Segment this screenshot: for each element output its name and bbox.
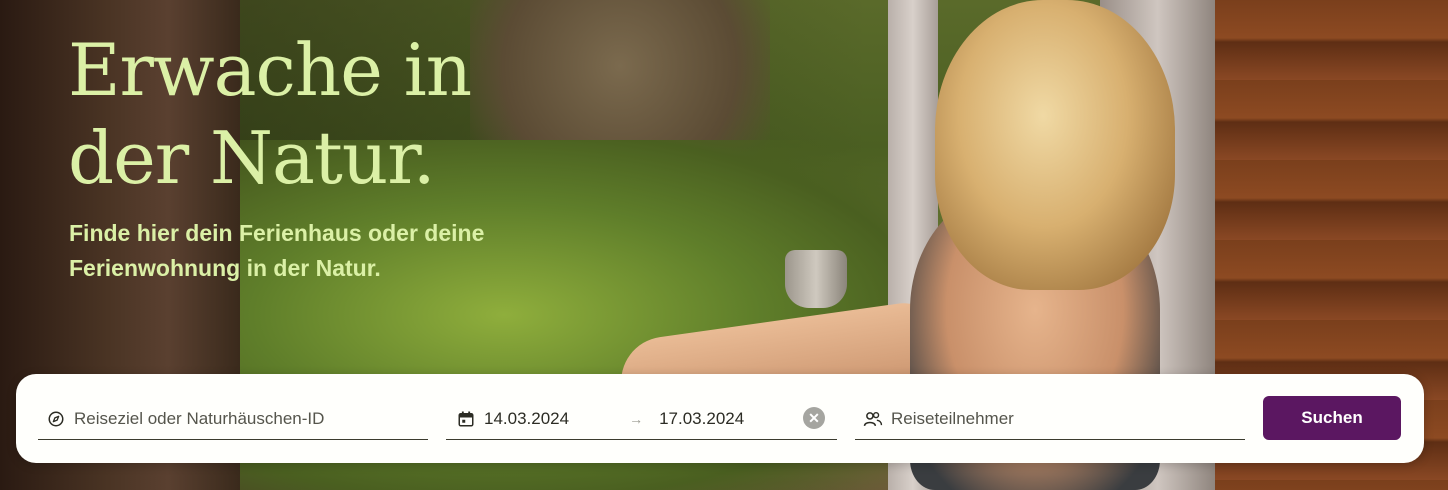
destination-placeholder: Reiseziel oder Naturhäuschen-ID (74, 408, 325, 428)
hero-background-hair (935, 0, 1175, 290)
end-date[interactable]: 17.03.2024 (659, 409, 744, 429)
hero-subline: Finde hier dein Ferienhaus oder deine Fe… (69, 220, 485, 281)
arrow-right-icon: → (629, 410, 644, 427)
close-circle-icon[interactable]: ✕ (803, 407, 825, 429)
hero-section: Erwache in der Natur. Finde hier dein Fe… (0, 0, 1448, 490)
guests-field[interactable]: Reiseteilnehmer (855, 398, 1245, 440)
search-bar: Reiseziel oder Naturhäuschen-ID 14.03.20… (16, 374, 1424, 463)
calendar-icon (456, 409, 476, 429)
guests-placeholder: Reiseteilnehmer (891, 408, 1014, 428)
hero-headline: Erwache in der Natur. (68, 28, 472, 200)
start-date[interactable]: 14.03.2024 (484, 409, 569, 429)
compass-icon (46, 409, 66, 429)
search-button[interactable]: Suchen (1263, 396, 1401, 440)
users-icon (863, 409, 883, 429)
destination-field[interactable]: Reiseziel oder Naturhäuschen-ID (38, 398, 428, 440)
hero-background-cup (785, 250, 847, 308)
date-range-field[interactable]: 14.03.2024 → 17.03.2024 ✕ (446, 398, 837, 440)
